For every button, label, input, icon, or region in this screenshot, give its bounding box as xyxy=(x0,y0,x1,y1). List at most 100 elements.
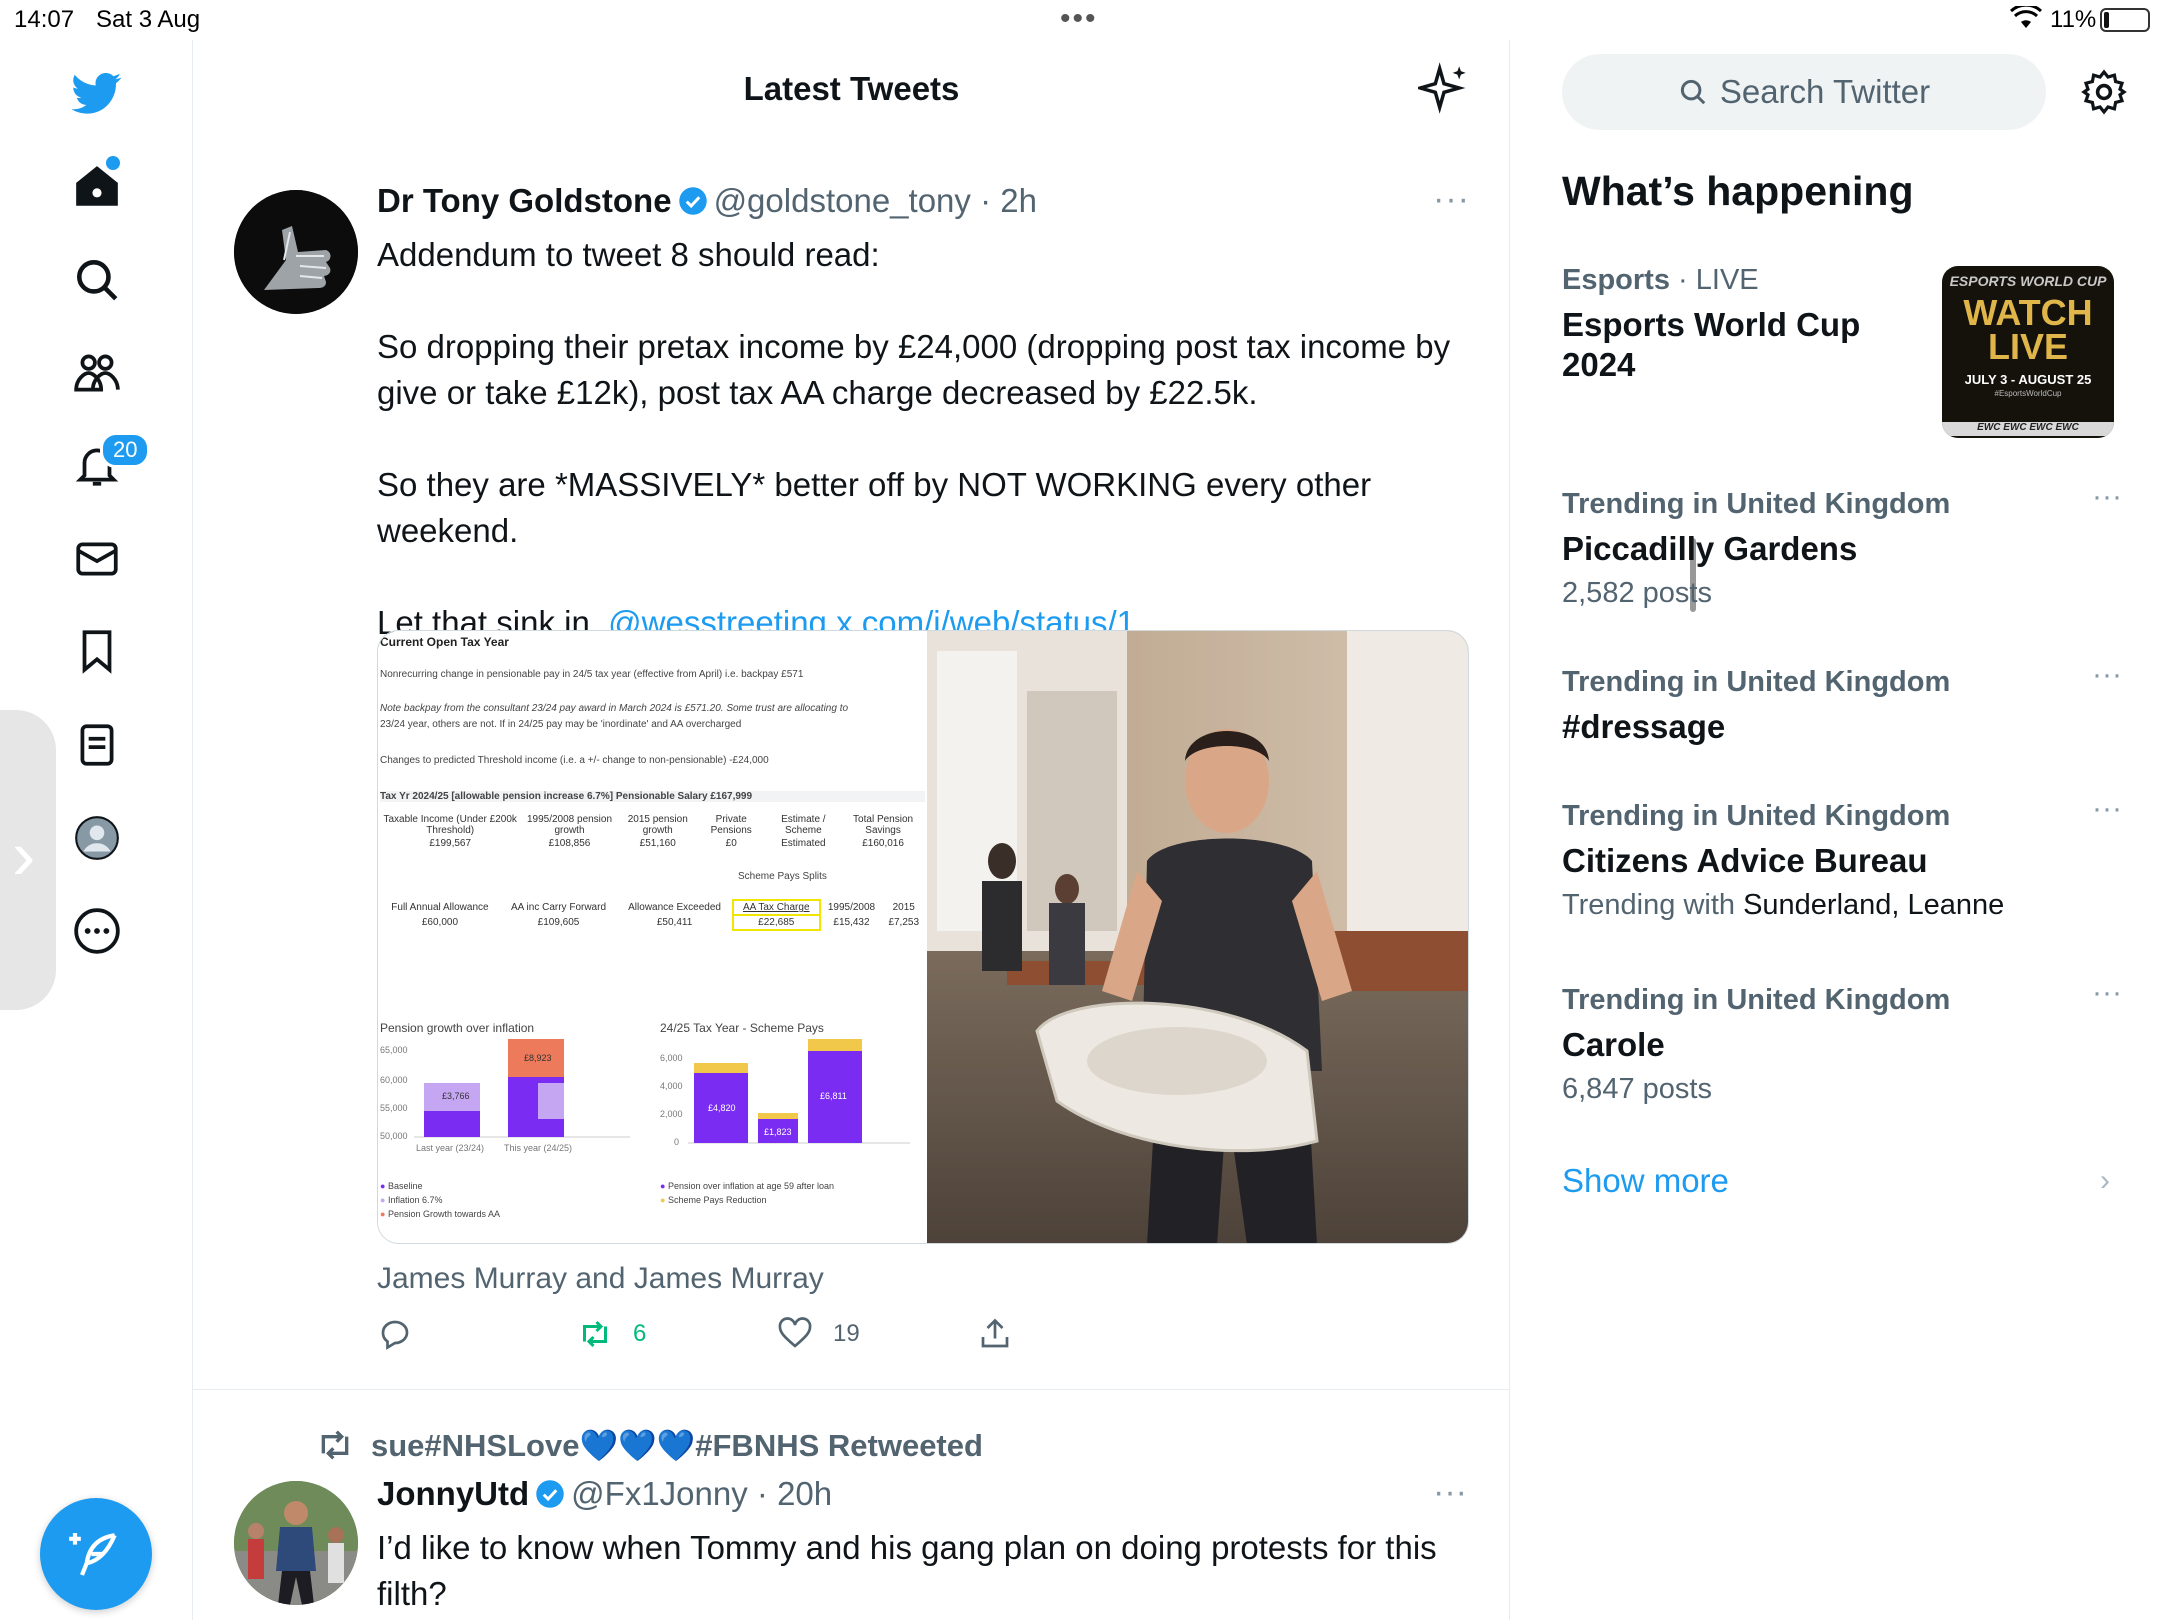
messages-nav[interactable] xyxy=(62,524,132,594)
trend-item[interactable]: Esports · LIVE Esports World Cup 2024 xyxy=(1562,264,1942,385)
more-nav[interactable] xyxy=(62,896,132,966)
trend-meta-prefix: Trending with xyxy=(1562,889,1736,921)
trend-topic: Citizens Advice Bureau xyxy=(1562,842,1928,879)
spreadsheet-image[interactable]: Current Open Tax Year Nonrecurring chang… xyxy=(378,631,927,1243)
svg-text:£8,923: £8,923 xyxy=(524,1053,552,1063)
reply-button[interactable] xyxy=(377,1316,433,1352)
media-caption[interactable]: James Murray and James Murray xyxy=(377,1262,824,1296)
thumb-text: WATCH LIVE xyxy=(1963,292,2093,367)
sheet-header-cell: Allowance Exceeded xyxy=(628,902,721,913)
sheet-header-cell: 2015 xyxy=(892,902,915,913)
trend-more-icon[interactable]: ··· xyxy=(2092,658,2122,692)
sheet-cell: Estimated xyxy=(781,838,826,849)
gear-icon[interactable] xyxy=(2080,68,2128,116)
author-handle[interactable]: @goldstone_tony xyxy=(714,182,971,219)
sparkle-icon[interactable] xyxy=(1418,62,1470,114)
sheet-header-cell: Total Pension Savings xyxy=(853,814,914,836)
compose-feather-icon xyxy=(69,1533,117,1576)
status-bar: 14:07 Sat 3 Aug ••• 11% xyxy=(0,0,2160,40)
search-icon xyxy=(77,260,118,301)
photo-man-carrying-sink[interactable] xyxy=(927,631,1468,1243)
notifications-nav[interactable]: 20 xyxy=(62,430,151,500)
status-date: Sat 3 Aug xyxy=(96,6,201,33)
trend-more-icon[interactable]: ··· xyxy=(2092,792,2122,826)
explore-nav[interactable] xyxy=(62,245,132,315)
sheet-title: Current Open Tax Year xyxy=(380,635,509,649)
trend-topic: #dressage xyxy=(1562,708,1726,745)
lists-nav[interactable] xyxy=(62,710,132,780)
chart1-title: Pension growth over inflation xyxy=(380,1021,535,1035)
wifi-icon xyxy=(2010,6,2042,28)
trend-item[interactable]: Trending in United Kingdom Citizens Advi… xyxy=(1562,792,2122,922)
trend-more-icon[interactable]: ··· xyxy=(2092,480,2122,514)
author-handle[interactable]: @Fx1Jonny xyxy=(571,1475,748,1512)
chart2-legend-item: ● Scheme Pays Reduction xyxy=(660,1195,767,1205)
multitasking-dots-icon[interactable]: ••• xyxy=(1060,2,1098,36)
sheet-cell-circled: £22,685 xyxy=(732,914,821,931)
chart1-legend-item: ● Inflation 6.7% xyxy=(380,1195,443,1205)
tweet[interactable]: sue#NHSLove💙💙💙#FBNHS Retweeted JonnyUtd @… xyxy=(193,1391,1510,1620)
trend-thumbnail[interactable]: ESPORTS WORLD CUP WATCH LIVE JULY 3 - AU… xyxy=(1942,266,2114,438)
tweet-more-icon[interactable]: ··· xyxy=(1433,180,1470,219)
communities-nav[interactable] xyxy=(62,338,132,408)
tweet-time: · 20h xyxy=(756,1475,833,1512)
sheet-cell: £108,856 xyxy=(548,838,591,849)
show-more-link[interactable]: Show more xyxy=(1562,1162,1729,1200)
retweeted-by-label[interactable]: sue#NHSLove💙💙💙#FBNHS Retweeted xyxy=(371,1428,983,1463)
bookmarks-nav[interactable] xyxy=(62,616,132,686)
home-nav[interactable] xyxy=(62,152,132,222)
retweet-button[interactable]: 6 xyxy=(577,1316,646,1352)
tweet[interactable]: Dr Tony Goldstone @goldstone_tony · 2h ··… xyxy=(193,140,1510,1390)
trend-more-icon[interactable]: ··· xyxy=(2092,976,2122,1010)
author-name[interactable]: Dr Tony Goldstone xyxy=(377,182,672,219)
sheet-cell: £0 xyxy=(725,838,737,849)
tweet-more-icon[interactable]: ··· xyxy=(1433,1473,1467,1512)
trend-meta-names: Sunderland, Leanne xyxy=(1743,889,2005,921)
svg-text:6,000: 6,000 xyxy=(660,1053,683,1063)
runner-photo xyxy=(234,1481,358,1605)
tweet-media[interactable]: Current Open Tax Year Nonrecurring chang… xyxy=(377,630,1469,1244)
battery-percent: 11% xyxy=(2050,6,2097,33)
sheet-header-cell: 1995/2008 xyxy=(827,902,876,913)
author-avatar[interactable] xyxy=(234,190,358,314)
trend-post-count: 6,847 posts xyxy=(1562,1073,1712,1105)
sheet-header-cell: Estimate / Scheme xyxy=(781,814,826,836)
svg-text:£6,811: £6,811 xyxy=(820,1091,847,1101)
sheet-header-cell: AA inc Carry Forward xyxy=(510,902,607,913)
chevron-right-icon[interactable]: › xyxy=(2100,1164,2110,1198)
author-name[interactable]: JonnyUtd xyxy=(377,1475,529,1512)
notifications-badge: 20 xyxy=(100,432,151,468)
timeline: Latest Tweets Dr Tony Goldstone @goldston… xyxy=(193,40,1696,1620)
tweet-time: · 2h xyxy=(980,182,1037,219)
sidebar-drawer-tab[interactable]: › xyxy=(0,710,56,1010)
chart1-legend-item: ● Baseline xyxy=(380,1181,423,1191)
profile-avatar-icon xyxy=(75,816,119,860)
chart2-legend-label: Scheme Pays Reduction xyxy=(667,1195,767,1205)
compose-tweet-button[interactable] xyxy=(40,1498,152,1610)
trend-context: Trending in United Kingdom xyxy=(1562,666,1951,698)
like-button[interactable]: 19 xyxy=(777,1316,860,1352)
nav-rail: 20 › xyxy=(0,40,193,1620)
sheet-header-cell: Taxable Income (Under £200k Threshold) xyxy=(383,814,517,836)
svg-text:2,000: 2,000 xyxy=(660,1109,683,1119)
trend-item[interactable]: Trending in United Kingdom Piccadilly Ga… xyxy=(1562,480,2122,610)
sheet-header-cell: 2015 pension growth xyxy=(627,814,688,836)
sheet-table-1: Taxable Income (Under £200k Threshold) 1… xyxy=(380,813,925,850)
trend-item[interactable]: Trending in United Kingdom #dressage ··· xyxy=(1562,658,2122,747)
communities-icon xyxy=(74,354,120,392)
right-sidebar: Search Twitter What’s happening Esports … xyxy=(1510,40,2160,1620)
thumb-stripe: EWC EWC EWC EWC xyxy=(1942,422,2114,436)
trend-meta: Trending with Sunderland, Leanne xyxy=(1562,889,2122,922)
thumbs-up-xray-image xyxy=(234,190,358,314)
search-input[interactable]: Search Twitter xyxy=(1562,54,2046,130)
author-avatar[interactable] xyxy=(234,1481,358,1605)
search-icon xyxy=(1680,79,1706,105)
sheet-row: Note backpay from the consultant 23/24 p… xyxy=(380,703,849,714)
chevron-right-icon: › xyxy=(12,816,36,894)
bird-icon xyxy=(72,73,122,114)
profile-nav[interactable] xyxy=(62,803,132,873)
trend-item[interactable]: Trending in United Kingdom Carole 6,847 … xyxy=(1562,976,2122,1106)
twitter-logo-icon[interactable] xyxy=(62,58,132,128)
share-button[interactable] xyxy=(977,1316,1033,1352)
sheet-row: Nonrecurring change in pensionable pay i… xyxy=(380,669,804,680)
